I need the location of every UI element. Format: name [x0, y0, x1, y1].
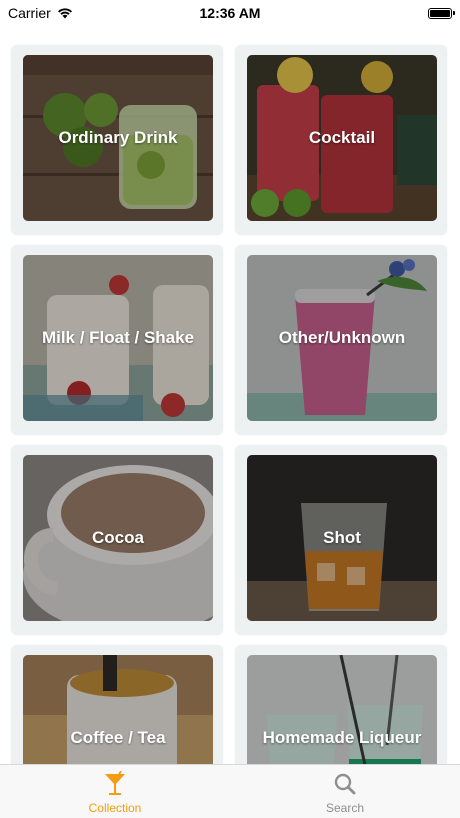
category-image: Cocoa — [23, 455, 213, 621]
category-card-coffee-tea[interactable]: Coffee / Tea — [11, 645, 223, 764]
tab-collection[interactable]: Collection — [0, 765, 230, 818]
battery-icon — [428, 7, 455, 19]
status-left: Carrier — [8, 5, 73, 21]
category-card-shot[interactable]: Shot — [235, 445, 447, 635]
category-card-ordinary-drink[interactable]: Ordinary Drink — [11, 45, 223, 235]
category-card-cocoa[interactable]: Cocoa — [11, 445, 223, 635]
category-label: Milk / Float / Shake — [41, 328, 195, 347]
wifi-icon — [57, 8, 72, 19]
cocktail-glass-icon — [101, 770, 129, 798]
category-label: Other/Unknown — [278, 328, 406, 347]
category-card-other-unknown[interactable]: Other/Unknown — [235, 245, 447, 435]
category-image: Ordinary Drink — [23, 55, 213, 221]
category-label: Shot — [323, 528, 361, 547]
category-grid: Ordinary Drink Cocktail Milk / Float / S… — [0, 36, 460, 764]
category-label: Cocoa — [92, 528, 144, 547]
search-icon — [331, 770, 359, 798]
category-label: Homemade Liqueur — [262, 728, 422, 747]
category-card-homemade-liqueur[interactable]: Homemade Liqueur — [235, 645, 447, 764]
tab-bar: Collection Search — [0, 764, 460, 818]
tab-label: Collection — [88, 801, 142, 815]
category-card-cocktail[interactable]: Cocktail — [235, 45, 447, 235]
category-image: Shot — [247, 455, 437, 621]
category-image: Milk / Float / Shake — [23, 255, 213, 421]
category-label: Coffee / Tea — [70, 728, 166, 747]
status-bar: Carrier 12:36 AM — [0, 0, 460, 26]
category-image: Homemade Liqueur — [247, 655, 437, 764]
category-image: Coffee / Tea — [23, 655, 213, 764]
carrier-label: Carrier — [8, 5, 51, 21]
tab-label: Search — [325, 801, 365, 815]
category-card-milk-float-shake[interactable]: Milk / Float / Shake — [11, 245, 223, 435]
category-image: Cocktail — [247, 55, 437, 221]
category-label: Cocktail — [308, 128, 376, 147]
category-label: Ordinary Drink — [58, 128, 178, 147]
tab-search[interactable]: Search — [230, 765, 460, 818]
category-image: Other/Unknown — [247, 255, 437, 421]
